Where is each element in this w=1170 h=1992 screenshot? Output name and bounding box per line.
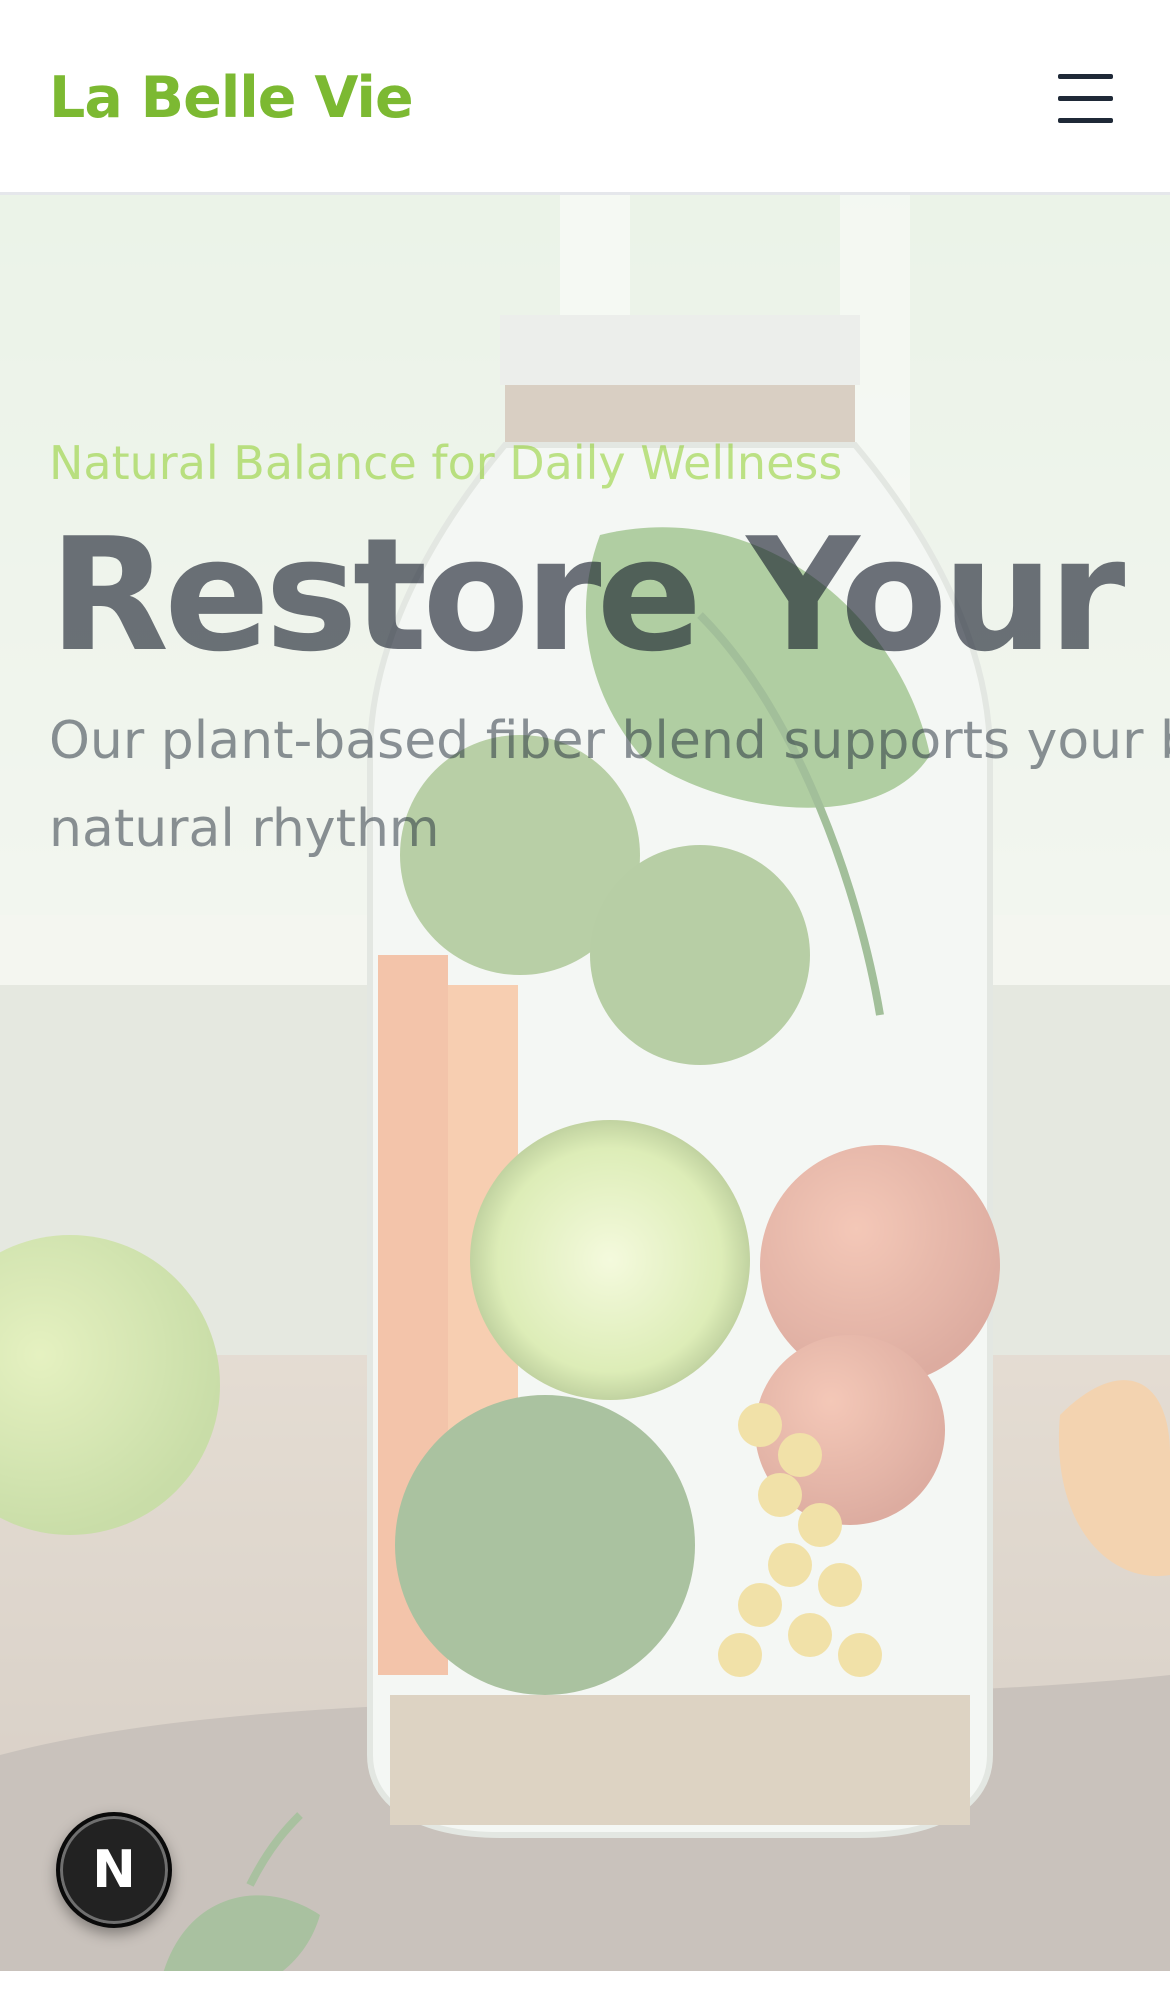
brand-logo[interactable]: La Belle Vie [49, 58, 414, 138]
page-bottom-strip [0, 1971, 1170, 1992]
dev-tools-n-icon[interactable]: N [56, 1812, 172, 1928]
hero-headline: Restore Your Body [49, 504, 1170, 686]
hero-subcopy-line1: Our plant-based fiber blend supports you… [49, 711, 1170, 771]
menu-bar-top [1058, 74, 1113, 79]
menu-bar-middle [1058, 96, 1113, 101]
hero-content: Natural Balance for Daily Wellness Resto… [49, 433, 1170, 873]
hero-subcopy-line2: natural rhythm [49, 799, 440, 859]
hero-subcopy: Our plant-based fiber blend supports you… [49, 697, 1170, 873]
hamburger-menu-button[interactable] [1040, 66, 1116, 126]
menu-bar-bottom [1058, 118, 1113, 123]
hero-eyebrow: Natural Balance for Daily Wellness [49, 436, 843, 490]
site-header: La Belle Vie [0, 0, 1170, 195]
badge-letter: N [92, 1840, 136, 1900]
hero-section: Natural Balance for Daily Wellness Resto… [0, 195, 1170, 1971]
